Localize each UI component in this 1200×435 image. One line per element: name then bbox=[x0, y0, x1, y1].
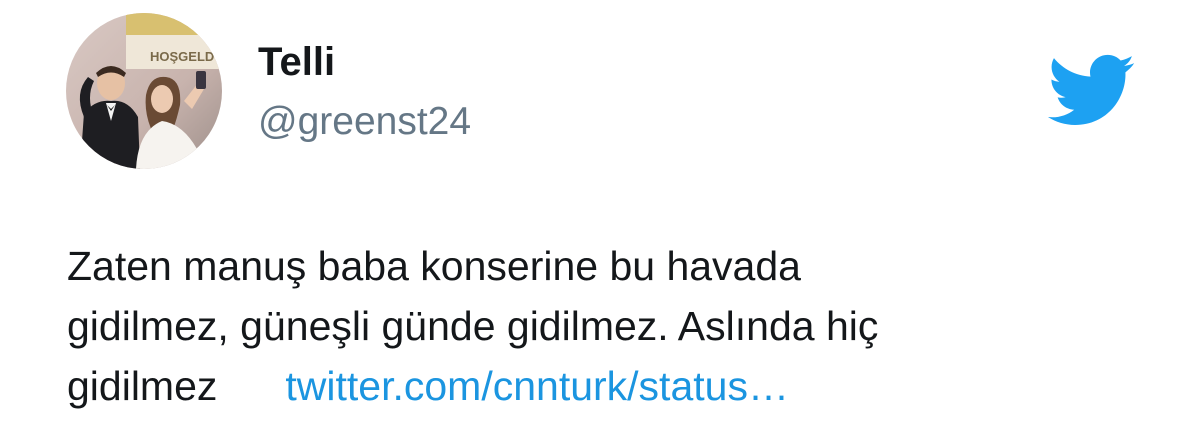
tweet-text: Zaten manuş baba konserine bu havada gid… bbox=[67, 236, 1167, 416]
avatar-sign-text: HOŞGELD bbox=[150, 49, 214, 64]
tweet-text-line-last: gidilmez twitter.com/cnnturk/status… bbox=[67, 356, 1167, 416]
tweet-link[interactable]: twitter.com/cnnturk/status… bbox=[285, 363, 789, 409]
author-display-name[interactable]: Telli bbox=[258, 38, 335, 86]
twitter-bird-icon[interactable] bbox=[1044, 52, 1136, 128]
tweet-text-line: Zaten manuş baba konserine bu havada bbox=[67, 243, 801, 289]
tweet-text-line: gidilmez, güneşli günde gidilmez. Aslınd… bbox=[67, 303, 879, 349]
tweet-card: HOŞGELD Telli @greenst24 Zaten manuş bab… bbox=[0, 0, 1200, 435]
tweet-text-line: gidilmez bbox=[67, 363, 218, 409]
avatar[interactable]: HOŞGELD bbox=[66, 13, 222, 169]
avatar-photo: HOŞGELD bbox=[66, 13, 222, 169]
author-handle[interactable]: @greenst24 bbox=[258, 98, 471, 146]
